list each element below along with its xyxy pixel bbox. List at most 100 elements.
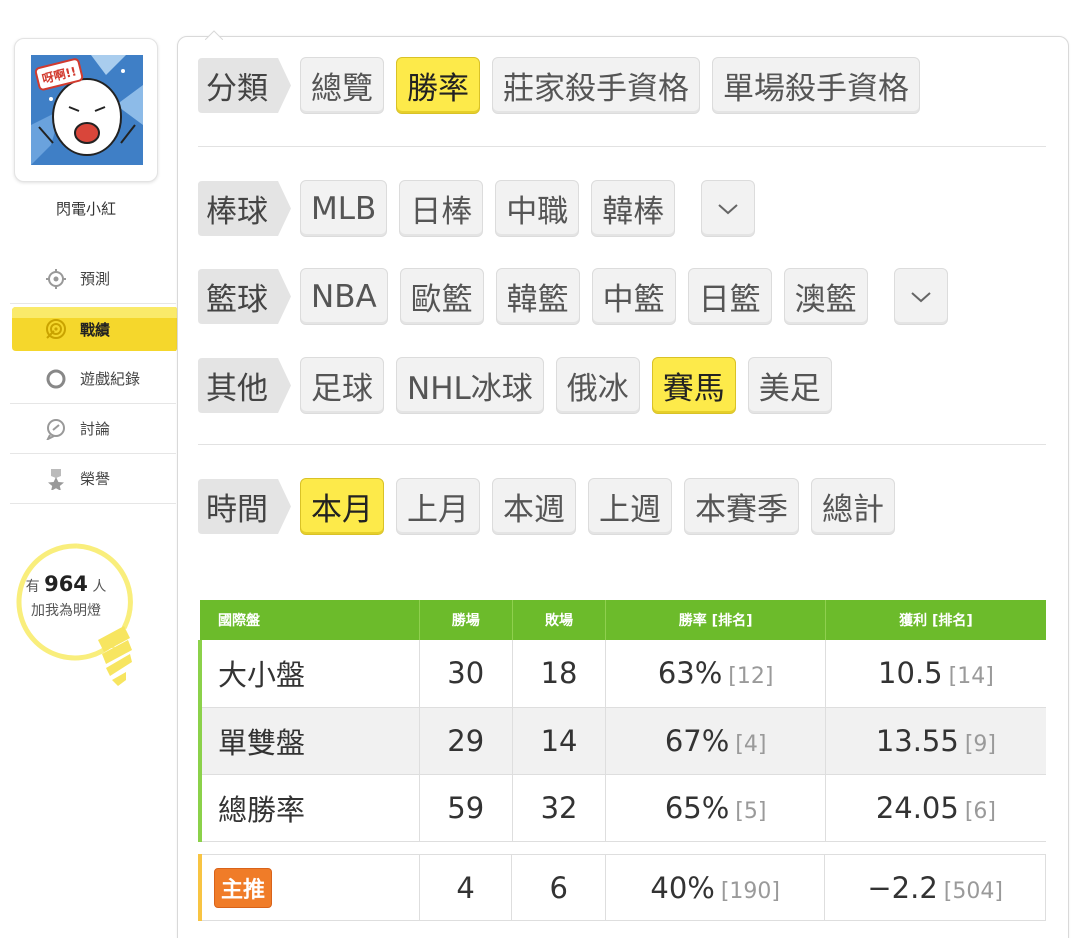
filter-row-category: 分類 總覽 勝率 莊家殺手資格 單場殺手資格: [198, 57, 932, 114]
row-market-name: 總勝率: [197, 774, 420, 842]
tag-cpbl[interactable]: 中職: [495, 180, 580, 237]
col-header-market: 國際盤: [200, 600, 420, 640]
sidebar-item-label: 討論: [80, 420, 111, 438]
row-wins: 59: [419, 774, 513, 842]
circle-icon: [44, 367, 68, 391]
target-icon: [44, 317, 68, 341]
row-profit: 24.05 [6]: [825, 774, 1046, 842]
col-header-profit: 獲利 [排名]: [825, 600, 1046, 640]
col-header-losses: 敗場: [512, 600, 607, 640]
sidebar-nav: 預測 戰績 遊戲紀錄 討論 榮譽: [10, 254, 188, 504]
col-header-wins: 勝場: [419, 600, 513, 640]
rate-rank: [190]: [720, 878, 781, 904]
sidebar-item-label: 預測: [80, 270, 111, 288]
tag-npb[interactable]: 日棒: [399, 180, 484, 237]
avatar[interactable]: 呀啊!!: [31, 55, 143, 165]
tag-overview[interactable]: 總覽: [300, 57, 384, 114]
rate-rank: [4]: [735, 731, 767, 757]
tag-this-season[interactable]: 本賽季: [684, 478, 799, 535]
medal-icon: [44, 467, 68, 491]
row-win-rate: 65% [5]: [605, 774, 826, 842]
row-market-name: 單雙盤: [197, 707, 420, 775]
tag-nba[interactable]: NBA: [300, 268, 388, 325]
fan-count[interactable]: 有 964 人 加我為明燈: [14, 572, 118, 623]
table-row: 單雙盤 29 14 67% [4] 13.55 [9]: [197, 707, 1046, 775]
tag-win-rate[interactable]: 勝率: [396, 57, 480, 114]
rate-rank: [5]: [735, 798, 767, 824]
tag-kbo[interactable]: 韓棒: [591, 180, 676, 237]
chevron-down-icon: [911, 291, 931, 302]
row-label-other: 其他: [198, 358, 291, 413]
tag-single-killer[interactable]: 單場殺手資格: [712, 57, 920, 114]
fan-suffix: 人: [92, 579, 107, 595]
sidebar-item-label: 榮譽: [80, 470, 111, 488]
tag-this-week[interactable]: 本週: [492, 478, 576, 535]
row-label-category: 分類: [198, 58, 291, 113]
tag-total[interactable]: 總計: [811, 478, 895, 535]
row-losses: 32: [512, 774, 607, 842]
tag-nhl[interactable]: NHL冰球: [396, 357, 544, 414]
tag-khl[interactable]: 俄冰: [555, 357, 640, 414]
stats-table: 國際盤 勝場 敗場 勝率 [排名] 獲利 [排名] 大小盤 30 18 63%[…: [197, 600, 1046, 842]
row-profit: −2.2 [504]: [867, 870, 1003, 905]
sidebar-item-game-log[interactable]: 遊戲紀錄: [10, 354, 176, 404]
add-as-beacon-label: 加我為明燈: [31, 603, 101, 619]
featured-label-cell: 主推: [197, 854, 420, 921]
tag-banker-killer[interactable]: 莊家殺手資格: [492, 57, 700, 114]
sidebar-item-label: 戰績: [80, 320, 111, 339]
profit-rank: [6]: [964, 798, 997, 824]
tag-last-week[interactable]: 上週: [588, 478, 672, 535]
rate-rank: [12]: [728, 664, 774, 690]
tag-nbl[interactable]: 澳籃: [783, 268, 868, 325]
tag-kbl[interactable]: 韓籃: [495, 268, 580, 325]
row-win-rate: 63% [12]: [605, 640, 826, 708]
tag-soccer[interactable]: 足球: [300, 357, 384, 414]
sidebar-item-honor[interactable]: 榮譽: [10, 454, 176, 504]
profit-rank: [14]: [948, 664, 994, 690]
row-label-basketball: 籃球: [198, 269, 291, 324]
featured-pick-table: 主推 4 6 40% [190] −2.2 [504]: [197, 854, 1046, 921]
featured-badge: 主推: [214, 867, 273, 908]
filter-row-time: 時間 本月 上月 本週 上週 本賽季 總計: [198, 478, 907, 535]
row-win-rate: 40% [190]: [605, 854, 826, 921]
tag-mlb[interactable]: MLB: [300, 180, 388, 237]
profit-rank: [504]: [943, 878, 1003, 904]
tag-euroleague[interactable]: 歐籃: [399, 268, 484, 325]
row-wins: 4: [419, 854, 513, 921]
fan-prefix: 有: [25, 579, 40, 595]
tag-last-month[interactable]: 上月: [396, 478, 480, 535]
row-label-baseball: 棒球: [198, 181, 291, 236]
sidebar-item-discussion[interactable]: 討論: [10, 404, 176, 454]
divider: [198, 146, 1046, 147]
sidebar-item-label: 遊戲紀錄: [80, 370, 141, 388]
filter-row-other: 其他 足球 NHL冰球 俄冰 賽馬 美足: [198, 357, 844, 414]
row-win-rate: 67% [4]: [605, 707, 826, 775]
row-losses: 14: [512, 707, 607, 775]
row-profit: 13.55 [9]: [825, 707, 1046, 775]
col-header-win-rate: 勝率 [排名]: [605, 600, 826, 640]
row-wins: 30: [419, 640, 513, 708]
avatar-frame[interactable]: 呀啊!!: [14, 38, 158, 182]
table-row: 大小盤 30 18 63% [12] 10.5 [14]: [197, 640, 1046, 708]
baseball-more-button[interactable]: [701, 180, 756, 237]
panel-pointer: [205, 30, 223, 40]
tag-this-month[interactable]: 本月: [300, 478, 384, 535]
tag-american-football[interactable]: 美足: [747, 357, 832, 414]
tag-cba[interactable]: 中籃: [591, 268, 676, 325]
tag-jbl[interactable]: 日籃: [687, 268, 772, 325]
filter-row-baseball: 棒球 MLB 日棒 中職 韓棒: [198, 180, 767, 237]
filter-row-basketball: 籃球 NBA 歐籃 韓籃 中籃 日籃 澳籃: [198, 268, 960, 325]
sidebar-item-record[interactable]: 戰績: [10, 304, 188, 354]
basketball-more-button[interactable]: [893, 268, 948, 325]
row-market-name: 大小盤: [197, 640, 420, 708]
sidebar: 呀啊!! 閃電小紅 預測 戰績 遊戲紀錄 討論 榮譽 有 964 人 加我為明燈: [0, 0, 188, 938]
tag-horse-racing[interactable]: 賽馬: [651, 357, 736, 414]
row-label-time: 時間: [198, 479, 291, 534]
divider: [198, 444, 1046, 445]
username[interactable]: 閃電小紅: [0, 198, 172, 219]
sidebar-item-predict[interactable]: 預測: [10, 254, 176, 304]
row-losses: 18: [512, 640, 607, 708]
fan-count-value: 964: [44, 572, 88, 596]
profit-rank: [9]: [964, 731, 997, 757]
chevron-down-icon: [718, 203, 738, 214]
